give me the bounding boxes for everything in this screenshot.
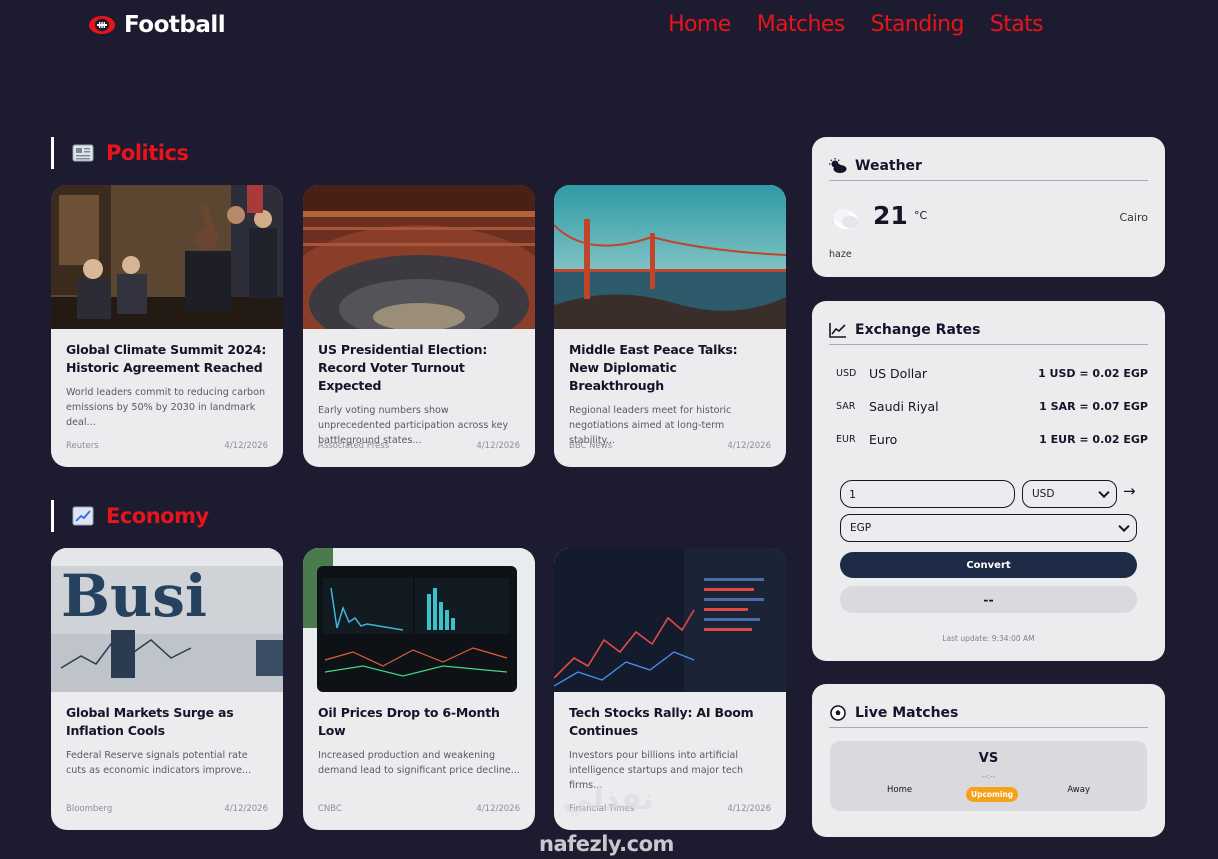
article-title[interactable]: Middle East Peace Talks: New Diplomatic …: [569, 341, 771, 395]
nav-link-matches[interactable]: Matches: [757, 12, 846, 37]
newspaper-icon: [72, 144, 94, 162]
exchange-widget: Exchange Rates USD US Dollar 1 USD = 0.0…: [812, 301, 1165, 661]
economy-heading: Economy: [51, 500, 209, 532]
from-currency-value: USD: [1032, 488, 1055, 500]
weather-header: Weather: [829, 151, 1148, 181]
article-summary: Increased production and weakening deman…: [318, 750, 520, 776]
article-title[interactable]: Global Climate Summit 2024: Historic Agr…: [66, 341, 268, 377]
article-summary: Federal Reserve signals potential rate c…: [66, 750, 252, 776]
football-icon: [89, 16, 115, 34]
article-source: CNBC: [318, 804, 342, 814]
svg-text:Busi: Busi: [61, 562, 207, 630]
live-matches-title: Live Matches: [855, 704, 959, 721]
weather-title: Weather: [855, 157, 922, 174]
conversion-result: --: [840, 586, 1137, 613]
brand-name: Football: [124, 12, 226, 38]
article-date: 4/12/2026: [476, 441, 520, 451]
match-time: --:--: [981, 772, 996, 781]
article-title[interactable]: Oil Prices Drop to 6-Month Low: [318, 704, 520, 740]
article-image: [51, 185, 283, 329]
article-image: [303, 185, 535, 329]
last-update: Last update: 9:34:00 AM: [942, 634, 1035, 643]
nav-link-standing[interactable]: Standing: [871, 12, 965, 37]
politics-heading: Politics: [51, 137, 189, 169]
article-image: [554, 185, 786, 329]
article-title[interactable]: US Presidential Election: Record Voter T…: [318, 341, 520, 395]
article-source: Reuters: [66, 441, 99, 451]
article-source: BBC News: [569, 441, 613, 451]
haze-icon: [834, 209, 858, 229]
rate-row-sar: SAR Saudi Riyal 1 SAR = 0.07 EGP: [836, 397, 1148, 415]
news-card[interactable]: Busi Global Markets Surge as Inflation C…: [51, 548, 283, 830]
news-card[interactable]: Oil Prices Drop to 6-Month Low Increased…: [303, 548, 535, 830]
home-team: Home: [887, 785, 913, 795]
weather-description: haze: [829, 249, 852, 260]
section-title: Politics: [106, 141, 189, 165]
article-date: 4/12/2026: [727, 441, 771, 451]
rate-name: Saudi Riyal: [869, 398, 939, 414]
live-matches-widget: Live Matches VS --:-- Home Upcoming Away: [812, 684, 1165, 837]
chart-up-icon: [72, 506, 94, 526]
to-currency-select[interactable]: EGP: [840, 514, 1137, 542]
article-image: [554, 548, 786, 692]
article-title[interactable]: Global Markets Surge as Inflation Cools: [66, 704, 268, 740]
news-card[interactable]: Tech Stocks Rally: AI Boom Continues Inv…: [554, 548, 786, 830]
weather-widget: Weather 21 °C Cairo haze: [812, 137, 1165, 277]
chevron-down-icon: [1098, 486, 1110, 499]
convert-button[interactable]: Convert: [840, 552, 1137, 578]
rate-value: 1 EUR = 0.02 EGP: [1039, 432, 1148, 446]
nav-link-home[interactable]: Home: [668, 12, 731, 37]
to-currency-value: EGP: [850, 522, 872, 534]
rate-code: SAR: [836, 400, 856, 412]
nav-links: Home Matches Standing Stats: [668, 12, 1043, 37]
brand[interactable]: Football: [88, 12, 226, 38]
rate-name: US Dollar: [869, 365, 928, 381]
weather-city: Cairo: [1119, 211, 1149, 224]
article-date: 4/12/2026: [476, 804, 520, 814]
temperature-unit: °C: [914, 209, 928, 222]
from-currency-select[interactable]: USD: [1022, 480, 1117, 508]
live-matches-header: Live Matches: [829, 698, 1148, 728]
nav-link-stats[interactable]: Stats: [990, 12, 1044, 37]
top-navbar: Football Home Matches Standing Stats: [0, 0, 1218, 60]
rate-name: Euro: [869, 431, 898, 447]
article-date: 4/12/2026: [727, 804, 771, 814]
article-title[interactable]: Tech Stocks Rally: AI Boom Continues: [569, 704, 771, 740]
rate-code: USD: [836, 367, 857, 379]
soccer-ball-icon: [830, 704, 846, 721]
match-vs: VS: [978, 751, 999, 766]
news-card[interactable]: US Presidential Election: Record Voter T…: [303, 185, 535, 467]
away-team: Away: [1067, 785, 1090, 795]
rate-row-eur: EUR Euro 1 EUR = 0.02 EGP: [836, 430, 1148, 448]
section-title: Economy: [106, 504, 209, 528]
article-date: 4/12/2026: [224, 804, 268, 814]
watermark-latin: nafezly.com: [539, 832, 674, 856]
news-card[interactable]: Middle East Peace Talks: New Diplomatic …: [554, 185, 786, 467]
article-image: Busi: [51, 548, 283, 692]
rate-code: EUR: [836, 433, 856, 445]
article-summary: Investors pour billions into artificial …: [569, 750, 744, 791]
article-date: 4/12/2026: [224, 441, 268, 451]
article-source: Financial Times: [569, 804, 635, 814]
match-card[interactable]: VS --:-- Home Upcoming Away: [830, 741, 1147, 811]
amount-input[interactable]: [840, 480, 1015, 508]
exchange-header: Exchange Rates: [829, 315, 1148, 345]
article-summary: World leaders commit to reducing carbon …: [66, 387, 266, 428]
chevron-down-icon: [1118, 520, 1130, 533]
exchange-title: Exchange Rates: [855, 321, 981, 338]
rate-value: 1 SAR = 0.07 EGP: [1039, 399, 1148, 413]
sun-cloud-icon: [829, 157, 847, 173]
news-card[interactable]: Global Climate Summit 2024: Historic Agr…: [51, 185, 283, 467]
status-badge: Upcoming: [966, 787, 1019, 802]
rate-value: 1 USD = 0.02 EGP: [1038, 366, 1148, 380]
temperature: 21: [873, 201, 908, 230]
article-source: Bloomberg: [66, 804, 113, 814]
article-source: Associated Press: [318, 441, 390, 451]
rate-row-usd: USD US Dollar 1 USD = 0.02 EGP: [836, 364, 1148, 382]
line-chart-icon: [829, 322, 846, 338]
article-image: [303, 548, 535, 692]
arrow-right-icon: →: [1123, 482, 1136, 500]
